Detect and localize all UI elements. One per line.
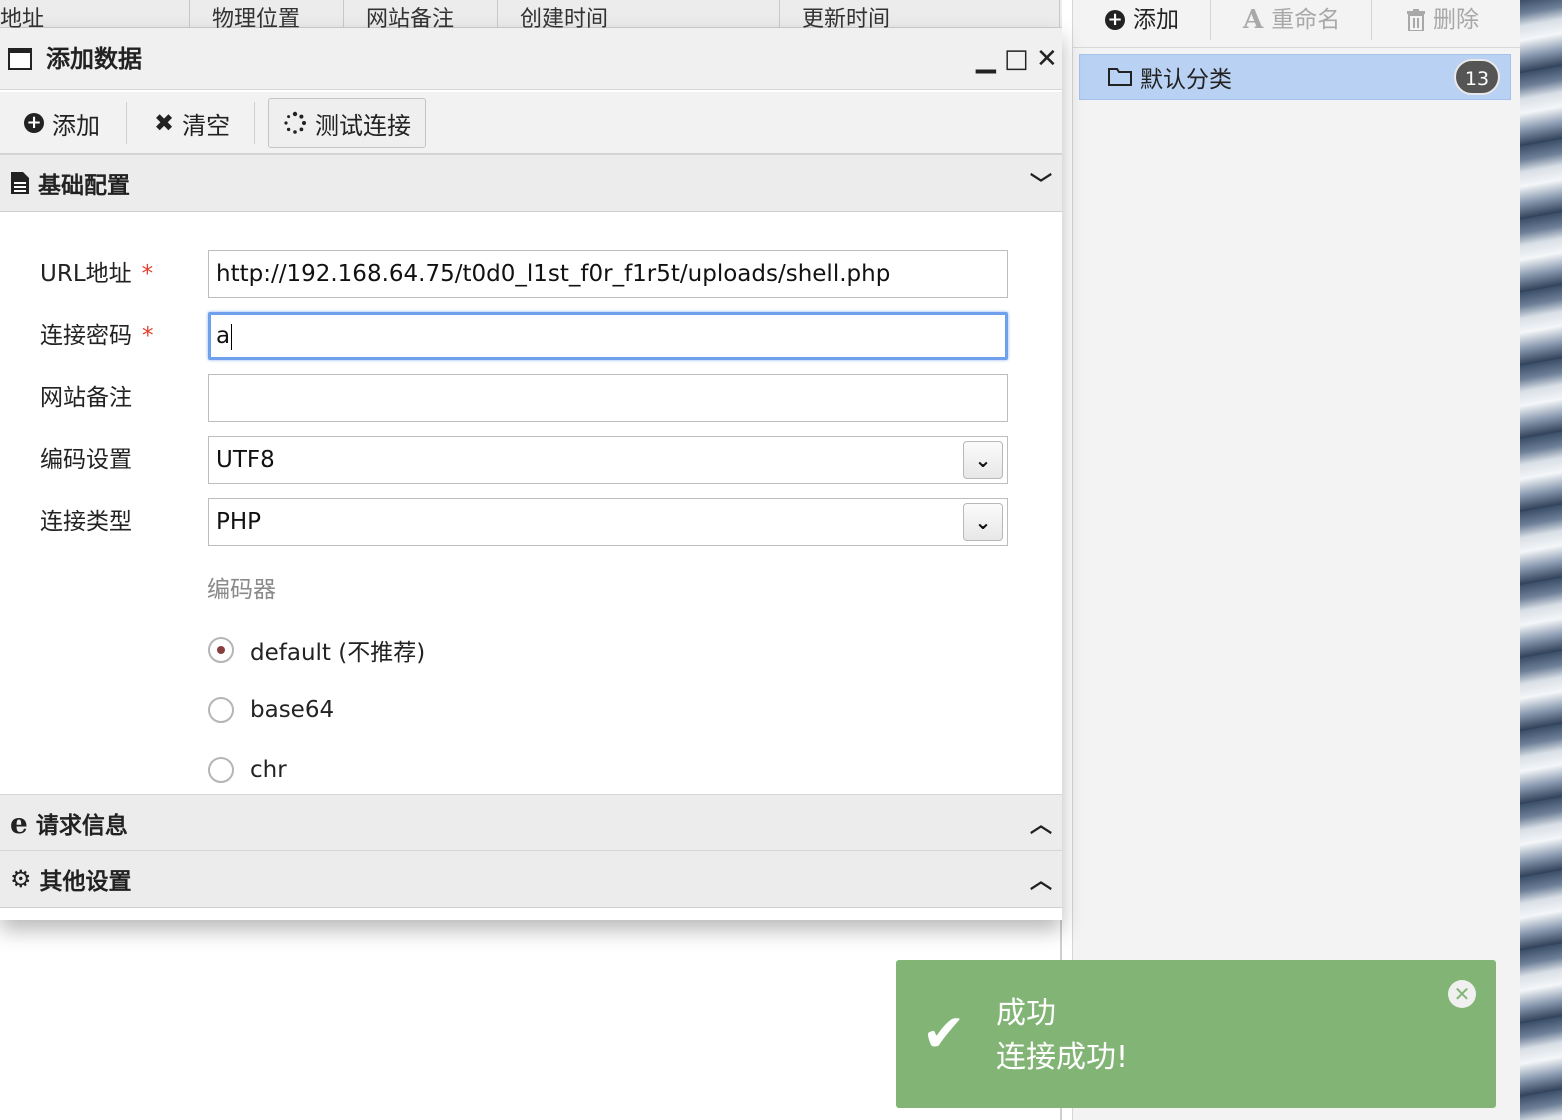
type-select[interactable]: PHP ⌄ — [208, 498, 1008, 546]
encoder-option-label: chr — [250, 757, 287, 783]
category-item-default[interactable]: 默认分类 13 — [1079, 54, 1511, 100]
add-data-dialog: 添加数据 ▁ □ ✕ + 添加 ✖ 清空 测试连接 基础配置 ﹀ URL地址 *… — [0, 28, 1062, 920]
url-label: URL地址 * — [40, 261, 154, 287]
toolbar-divider — [126, 102, 127, 144]
password-input[interactable]: a — [208, 312, 1008, 360]
note-row: 网站备注 — [0, 374, 1062, 424]
chevron-down-icon: ﹀ — [1029, 173, 1052, 198]
password-row: 连接密码 * a — [0, 312, 1062, 362]
column-header-updated[interactable]: 更新时间 — [780, 0, 1060, 28]
url-row: URL地址 * http://192.168.64.75/t0d0_l1st_f0… — [0, 250, 1062, 300]
category-add-label: 添加 — [1133, 7, 1179, 33]
encoding-selected-value: UTF8 — [216, 447, 275, 473]
trash-icon — [1407, 9, 1425, 31]
note-input[interactable] — [208, 374, 1008, 422]
chevron-up-icon: ︿ — [1029, 813, 1052, 838]
required-mark: * — [141, 261, 154, 287]
add-button[interactable]: + 添加 — [10, 98, 114, 148]
spinner-icon — [284, 111, 306, 134]
checkmark-icon: ✔ — [922, 1004, 966, 1064]
test-connection-button[interactable]: 测试连接 — [268, 98, 426, 148]
encoder-option-label: base64 — [250, 697, 335, 723]
category-panel: + 添加 A 重命名 删除 默认分类 13 — [1072, 0, 1521, 1120]
clear-button[interactable]: ✖ 清空 — [140, 98, 244, 148]
test-connection-label: 测试连接 — [315, 111, 411, 140]
radio-selected[interactable] — [208, 637, 234, 663]
minimize-button[interactable]: ▁ — [976, 42, 996, 76]
chevron-down-icon[interactable]: ⌄ — [963, 441, 1003, 479]
close-button[interactable]: ✕ — [1036, 42, 1058, 76]
close-icon[interactable]: ✕ — [1448, 980, 1476, 1008]
encoder-option-chr[interactable]: chr — [208, 752, 287, 788]
window-icon — [8, 48, 32, 70]
encoding-row: 编码设置 UTF8 ⌄ — [0, 436, 1062, 486]
success-toast: ✔ 成功 连接成功! ✕ — [896, 960, 1496, 1108]
gears-icon: ⚙ — [10, 865, 32, 893]
column-header-created[interactable]: 创建时间 — [498, 0, 780, 28]
toolbar-divider — [1210, 0, 1211, 40]
dialog-toolbar: + 添加 ✖ 清空 测试连接 — [0, 92, 1062, 154]
category-add-button[interactable]: + 添加 — [1105, 0, 1179, 40]
clear-button-label: 清空 — [182, 111, 231, 140]
category-delete-button[interactable]: 删除 — [1407, 0, 1479, 40]
font-a-icon: A — [1243, 5, 1264, 35]
category-rename-button[interactable]: A 重命名 — [1243, 0, 1340, 40]
chevron-up-icon: ︿ — [1029, 869, 1052, 894]
section-request-info[interactable]: e 请求信息 ︿ — [0, 794, 1062, 852]
ie-icon: e — [10, 806, 28, 840]
maximize-button[interactable]: □ — [1004, 42, 1029, 76]
encoder-option-default[interactable]: default (不推荐) — [208, 632, 425, 668]
note-label: 网站备注 — [40, 385, 132, 411]
encoding-select[interactable]: UTF8 ⌄ — [208, 436, 1008, 484]
encoding-label: 编码设置 — [40, 447, 132, 473]
desktop-wallpaper — [1520, 0, 1562, 1120]
type-label: 连接类型 — [40, 509, 132, 535]
section-other-settings[interactable]: ⚙ 其他设置 ︿ — [0, 850, 1062, 908]
section-other-title: 其他设置 — [39, 869, 132, 895]
type-selected-value: PHP — [216, 509, 262, 535]
password-label: 连接密码 * — [40, 323, 154, 349]
toolbar-divider — [254, 102, 255, 144]
radio-unselected[interactable] — [208, 757, 234, 783]
folder-icon — [1108, 68, 1132, 86]
url-input[interactable]: http://192.168.64.75/t0d0_l1st_f0r_f1r5t… — [208, 250, 1008, 298]
column-header-location[interactable]: 物理位置 — [190, 0, 344, 28]
category-toolbar: + 添加 A 重命名 删除 — [1073, 0, 1521, 48]
toast-message: 连接成功! — [996, 1040, 1129, 1075]
column-header-note[interactable]: 网站备注 — [344, 0, 498, 28]
category-delete-label: 删除 — [1433, 7, 1479, 33]
dialog-title: 添加数据 — [46, 45, 142, 73]
type-row: 连接类型 PHP ⌄ — [0, 498, 1062, 548]
section-basic-config[interactable]: 基础配置 ﹀ — [0, 154, 1062, 212]
document-icon — [11, 172, 29, 194]
category-item-label: 默认分类 — [1140, 67, 1232, 93]
column-header-address[interactable]: 地址 — [0, 0, 190, 28]
section-request-title: 请求信息 — [35, 813, 128, 839]
text-caret — [231, 323, 233, 350]
background-table-header: 地址 物理位置 网站备注 创建时间 更新时间 — [0, 0, 1062, 28]
encoder-title: 编码器 — [207, 577, 276, 603]
dialog-titlebar[interactable]: 添加数据 ▁ □ ✕ — [0, 28, 1062, 90]
x-icon: ✖ — [154, 109, 175, 137]
section-basic-title: 基础配置 — [38, 173, 130, 199]
radio-unselected[interactable] — [208, 697, 234, 723]
plus-circle-icon: + — [24, 113, 44, 133]
toolbar-divider — [1371, 0, 1372, 40]
encoder-option-label: default (不推荐) — [250, 640, 426, 666]
add-button-label: 添加 — [52, 111, 100, 140]
category-rename-label: 重命名 — [1271, 7, 1341, 33]
chevron-down-icon[interactable]: ⌄ — [963, 503, 1003, 541]
plus-circle-icon: + — [1105, 10, 1125, 30]
category-count-badge: 13 — [1454, 59, 1500, 95]
required-mark: * — [142, 323, 154, 349]
encoder-option-base64[interactable]: base64 — [208, 692, 334, 728]
toast-title: 成功 — [996, 996, 1056, 1031]
